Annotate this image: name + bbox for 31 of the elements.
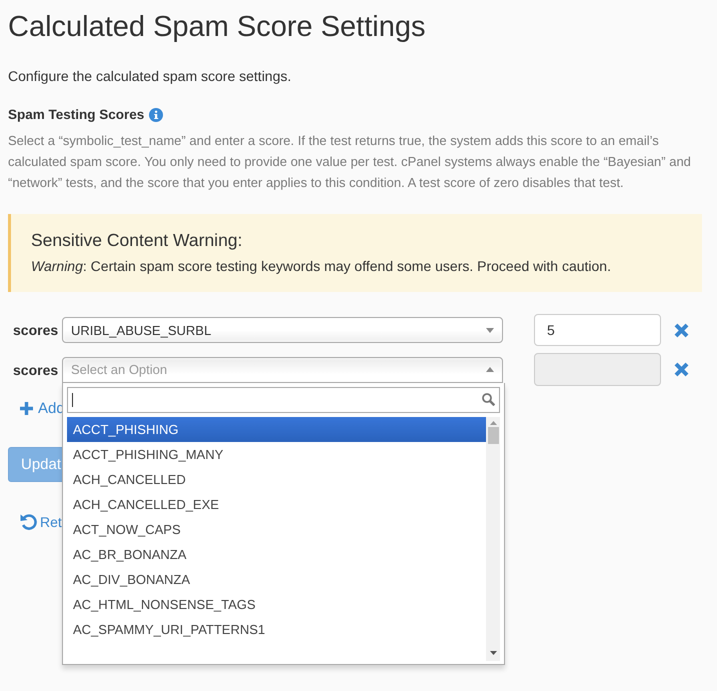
description-text: Select a “symbolic_test_name” and enter a score. If the test returns true, the system adds this score to an email’s calculated spam score. You only need to provide one value per test. cPanel systems always enable the “Bayesian” and “network” tests, and the score that you enter applies to this condition. A test score of zero disables that test. bbox=[8, 132, 692, 192]
caret-icon[interactable] bbox=[486, 367, 494, 372]
section-heading: Spam Testing Scores bbox=[8, 107, 144, 122]
option-item[interactable]: ACT_NOW_CAPS bbox=[67, 516, 486, 542]
caret-icon[interactable] bbox=[486, 328, 494, 332]
scrollbar[interactable] bbox=[486, 416, 500, 660]
option-item[interactable]: AC_DIV_BONANZA bbox=[67, 566, 486, 592]
option-item[interactable]: AC_BR_BONANZA bbox=[67, 542, 486, 566]
warning-title: Sensitive Content Warning: bbox=[31, 230, 244, 251]
reset-icon[interactable] bbox=[20, 513, 38, 531]
plus-icon[interactable] bbox=[20, 402, 33, 415]
score-field[interactable]: 5 bbox=[534, 314, 661, 346]
warning-text: Warning: Certain spam score testing keywords may offend some users. Proceed with caution. bbox=[31, 258, 612, 274]
search-field[interactable] bbox=[67, 386, 500, 412]
intro-text: Configure the calculated spam score settings. bbox=[8, 68, 292, 84]
option-item[interactable]: AC_SPAMMY_URI_PATTERNS1 bbox=[67, 616, 486, 642]
field-label: scores bbox=[12, 362, 60, 378]
close-icon[interactable] bbox=[674, 322, 689, 338]
reset-link[interactable]: Ret bbox=[40, 514, 62, 530]
option-item[interactable]: ACCT_PHISHING bbox=[67, 416, 486, 442]
scroll-down-icon[interactable] bbox=[490, 650, 496, 654]
page-title: Calculated Spam Score Settings bbox=[8, 11, 426, 44]
scroll-up-icon[interactable] bbox=[490, 420, 496, 424]
close-icon[interactable] bbox=[674, 362, 689, 377]
option-select[interactable]: URIBL_ABUSE_SURBL bbox=[62, 317, 503, 343]
field-label: scores bbox=[12, 322, 60, 338]
option-item[interactable]: ACH_CANCELLED_EXE bbox=[67, 492, 486, 516]
search-icon bbox=[482, 393, 495, 406]
scroll-thumb[interactable] bbox=[488, 426, 498, 444]
info-icon[interactable] bbox=[149, 108, 164, 122]
option-item[interactable]: AC_HTML_NONSENSE_TAGS bbox=[67, 592, 486, 616]
